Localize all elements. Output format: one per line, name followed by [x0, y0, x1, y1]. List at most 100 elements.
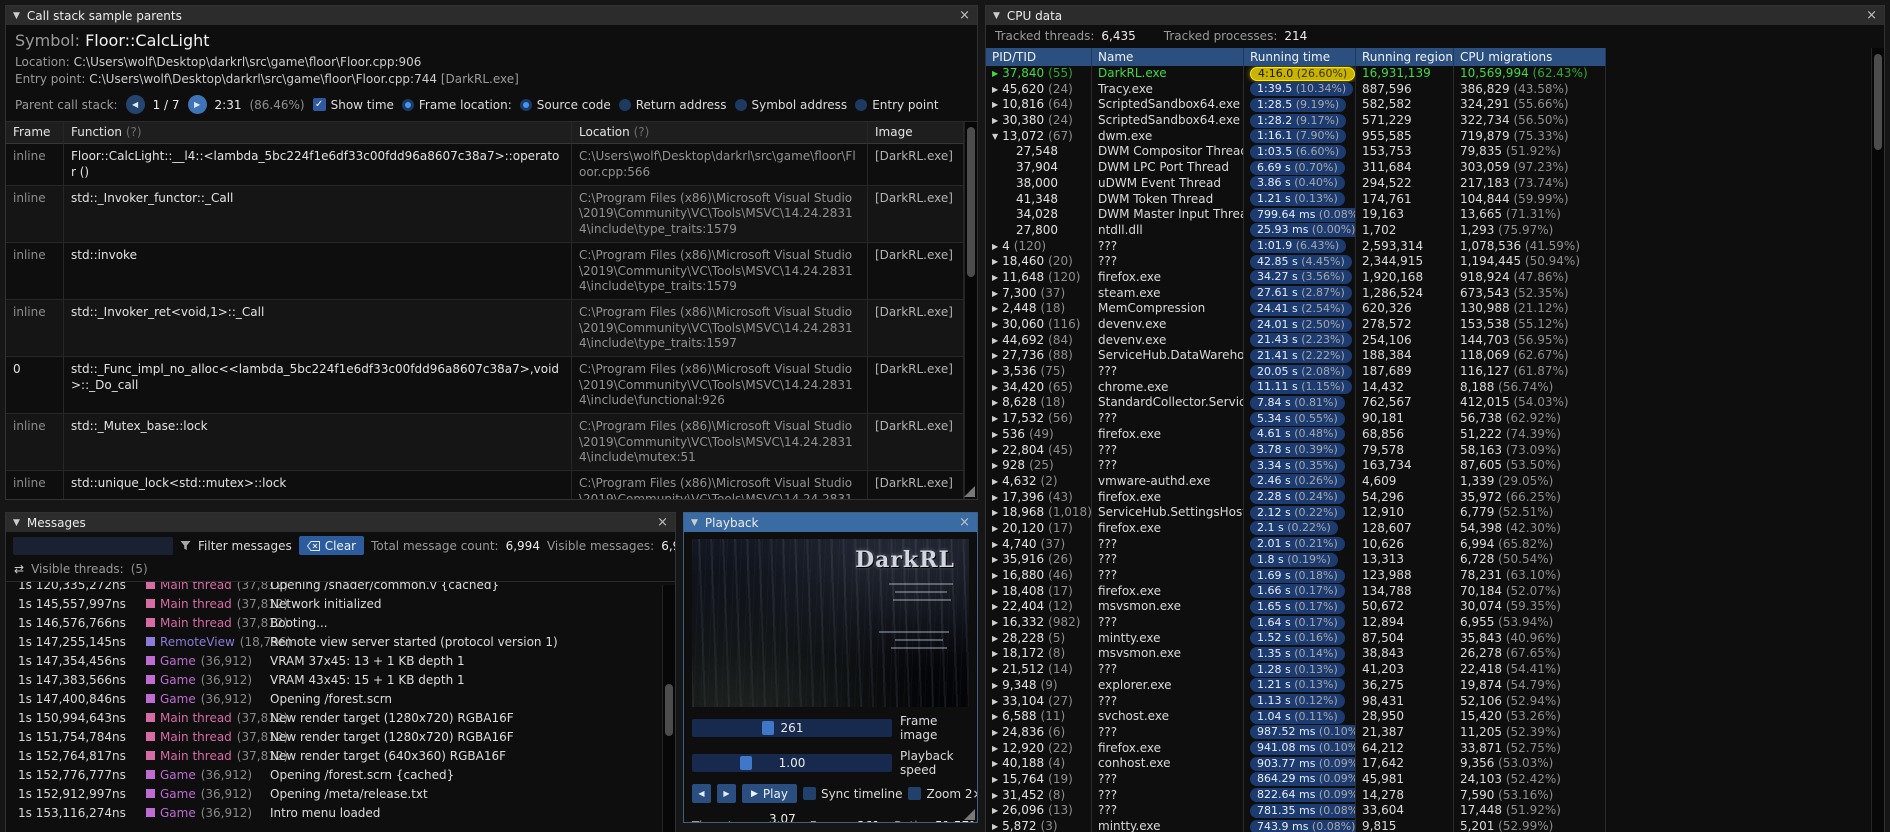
cpu-row[interactable]: ▶ 8,628(18) StandardCollector.Service.exe 7…: [986, 395, 1884, 412]
chevron-right-icon[interactable]: ▶: [992, 803, 998, 819]
cpu-row[interactable]: ▶31,452(8)???822.64 ms (0.09%)14,2787,59…: [986, 787, 1884, 804]
message-row[interactable]: 1s 152,776,777ns Game (36,912) Opening /for…: [9, 765, 675, 784]
chevron-right-icon[interactable]: ▶: [992, 521, 998, 537]
chevron-right-icon[interactable]: ▶: [992, 568, 998, 584]
message-row[interactable]: 1s 146,576,766ns Main thread (37,812) Booti…: [9, 613, 675, 632]
cpu-row[interactable]: ▶ 17,396 (43) firefox.exe 2.28 s (0.24%) 54,2…: [986, 489, 1884, 506]
callstack-row[interactable]: inline std::unique_lock<std::mutex>::lock…: [6, 471, 964, 499]
chevron-right-icon[interactable]: ▶: [992, 364, 998, 380]
cpu-row[interactable]: ▶ 30,060 (116) devenv.exe 24.01 s (2.50%) 278…: [986, 317, 1884, 333]
chevron-right-icon[interactable]: ▶: [992, 254, 998, 270]
frame-location-radio[interactable]: Return address: [618, 98, 727, 112]
chevron-right-icon[interactable]: ▶: [992, 694, 998, 710]
cpu-row[interactable]: 27,800 ntdll.dll 25.93 ms (0.00%) 1,702 1,29…: [986, 222, 1884, 239]
chevron-right-icon[interactable]: ▶: [992, 66, 998, 82]
callstack-row[interactable]: inline Floor::CalcLight::__l4::<lambda_5b…: [6, 144, 964, 187]
message-row[interactable]: 1s 147,354,456ns Game (36,912) VRAM 37x45: …: [9, 651, 675, 670]
cpu-row[interactable]: 38,000 uDWM Event Thread 3.86 s (0.40%) 294…: [986, 175, 1884, 192]
cpu-row[interactable]: ▶ 18,408 (17) firefox.exe 1.66 s (0.17%) 134,…: [986, 583, 1884, 600]
cpu-row[interactable]: ▶ 928 (25)??? 3.34 s (0.35%) 163,734 87,605 (…: [986, 458, 1884, 474]
cpu-row[interactable]: ▶ 9,348 (9) explorer.exe 1.21 s (0.13%) 36,27…: [986, 677, 1884, 694]
show-time-checkbox[interactable]: ✓ Show time: [312, 98, 394, 112]
cpu-row[interactable]: ▼ 13,072 (67) dwm.exe 1:16.1 (7.90%) 955,585 7…: [986, 128, 1884, 145]
chevron-right-icon[interactable]: ▶: [992, 788, 998, 804]
cpu-row[interactable]: ▶ 34,420 (65) chrome.exe 11.11 s (1.15%) 14,4…: [986, 379, 1884, 396]
cpu-row[interactable]: 34,028 DWM Master Input Thread 799.64 ms (…: [986, 207, 1884, 223]
chevron-right-icon[interactable]: ▶: [992, 380, 998, 396]
cpu-row[interactable]: ▶ 20,120 (17) firefox.exe 2.1 s (0.22%) 128,6…: [986, 520, 1884, 537]
callstack-scrollbar[interactable]: [964, 122, 977, 499]
chevron-right-icon[interactable]: ▶: [992, 725, 998, 741]
collapse-icon[interactable]: ▼: [13, 11, 20, 21]
messages-titlebar[interactable]: ▼ Messages ×: [6, 513, 675, 532]
column-header-running-regions[interactable]: Running regions: [1356, 48, 1454, 66]
frame-location-radio[interactable]: Source code: [519, 98, 611, 112]
cpu-row[interactable]: ▶ 30,380 (24) ScriptedSandbox64.exe 1:28.2 (…: [986, 113, 1884, 129]
chevron-right-icon[interactable]: ▶: [992, 615, 998, 631]
chevron-right-icon[interactable]: ▶: [992, 505, 998, 521]
message-row[interactable]: 1s 152,764,817ns Main thread (37,812) New r…: [9, 746, 675, 765]
chevron-right-icon[interactable]: ▶: [992, 82, 998, 98]
callstack-titlebar[interactable]: ▼ Call stack sample parents ×: [6, 6, 977, 25]
sync-timeline-checkbox[interactable]: Sync timeline: [802, 787, 902, 801]
cpu-row[interactable]: ▶ 6,588 (11) svchost.exe 1.04 s (0.11%) 28,95…: [986, 709, 1884, 725]
cpu-row[interactable]: ▶ 21,512 (14)??? 1.28 s (0.13%) 41,203 22,418…: [986, 662, 1884, 678]
message-row[interactable]: 1s 147,383,566ns Game (36,912) VRAM 43x45: …: [9, 670, 675, 689]
cpu-row[interactable]: ▶ 33,104 (27)??? 1.13 s (0.12%) 98,431 52,106…: [986, 693, 1884, 710]
filter-input[interactable]: [13, 536, 173, 555]
callstack-row[interactable]: inline std::_Invoker_ret<void,1>::_Call C:…: [6, 300, 964, 358]
callstack-row[interactable]: 0 std::_Func_impl_no_alloc<<lambda_5bc224…: [6, 357, 964, 415]
chevron-right-icon[interactable]: ▶: [992, 411, 998, 427]
chevron-right-icon[interactable]: ▶: [992, 458, 998, 474]
resize-grip[interactable]: [964, 486, 975, 497]
close-icon[interactable]: ×: [959, 516, 970, 529]
message-row[interactable]: 1s 151,754,784ns Main thread (37,812) New r…: [9, 727, 675, 746]
column-header-function[interactable]: Function (?): [64, 122, 572, 145]
frame-image-slider[interactable]: 261: [692, 719, 892, 737]
cpu-scrollbar[interactable]: [1871, 48, 1884, 832]
frame-location-radio[interactable]: Symbol address: [734, 98, 847, 112]
callstack-row[interactable]: inline std::_Invoker_functor::_Call C:\Pro…: [6, 186, 964, 244]
message-row[interactable]: 1s 120,335,272ns Main thread (37,812) Openi…: [9, 582, 675, 594]
chevron-right-icon[interactable]: ▶: [992, 301, 998, 317]
scrollbar-handle[interactable]: [665, 683, 673, 736]
chevron-right-icon[interactable]: ▶: [992, 662, 998, 678]
message-row[interactable]: 1s 150,994,643ns Main thread (37,812) New r…: [9, 708, 675, 727]
visible-threads-row[interactable]: ⇄ Visible threads: (5): [6, 559, 675, 582]
cpu-row[interactable]: ▶ 22,404 (12) msvsmon.exe 1.65 s (0.17%) 50,6…: [986, 599, 1884, 616]
close-icon[interactable]: ×: [1866, 9, 1877, 22]
cpu-row[interactable]: 41,348 DWM Token Thread 1.21 s (0.13%) 174,…: [986, 191, 1884, 208]
cpu-row[interactable]: ▶ 4,632 (2) vmware-authd.exe 2.46 s (0.26%) 4…: [986, 473, 1884, 490]
playback-speed-slider[interactable]: 1.00: [692, 754, 892, 772]
chevron-right-icon[interactable]: ▶: [992, 97, 998, 113]
cpu-row[interactable]: ▶ 27,736(88) ServiceHub.DataWarehouseHost.…: [986, 348, 1884, 365]
message-row[interactable]: 1s 152,912,997ns Game (36,912) Opening /met…: [9, 784, 675, 803]
cpu-row[interactable]: ▶ 3,536 (75)??? 20.05 s (2.08%) 187,689 116,1…: [986, 364, 1884, 380]
chevron-right-icon[interactable]: ▶: [992, 286, 998, 302]
chevron-right-icon[interactable]: ▶: [992, 333, 998, 349]
cpu-row[interactable]: ▶ 45,620 (24) Tracy.exe 1:39.5 (10.34%) 887,5…: [986, 81, 1884, 98]
scrollbar-handle[interactable]: [967, 127, 975, 277]
prev-frame-button[interactable]: ◀: [692, 784, 711, 803]
chevron-right-icon[interactable]: ▶: [992, 709, 998, 725]
message-row[interactable]: 1s 145,557,997ns Main thread (37,812) Netwo…: [9, 594, 675, 613]
cpu-row[interactable]: ▶ 2,448 (18) MemCompression 24.41 s (2.54%) 6…: [986, 301, 1884, 317]
chevron-right-icon[interactable]: ▶: [992, 756, 998, 772]
cpu-row[interactable]: ▶ 35,916 (26)??? 1.8 s (0.19%) 13,313 6,728 (…: [986, 552, 1884, 568]
playback-titlebar[interactable]: ▼ Playback ×: [684, 513, 977, 532]
cpu-row[interactable]: ▶ 10,816 (64) ScriptedSandbox64.exe 1:28.5 (…: [986, 97, 1884, 114]
next-callstack-button[interactable]: ▶: [187, 95, 207, 114]
callstack-row[interactable]: inline std::invoke C:\Program Files (x86)\…: [6, 243, 964, 301]
cpu-row[interactable]: ▶ 536 (49) firefox.exe 4.61 s (0.48%) 68,856 5…: [986, 426, 1884, 443]
column-header-name[interactable]: Name: [1092, 48, 1244, 66]
chevron-right-icon[interactable]: ▶: [992, 270, 998, 286]
messages-scrollbar[interactable]: [662, 585, 675, 832]
chevron-right-icon[interactable]: ▶: [992, 490, 998, 506]
chevron-right-icon[interactable]: ▶: [992, 239, 998, 255]
cpu-titlebar[interactable]: ▼ CPU data ×: [986, 6, 1884, 25]
close-icon[interactable]: ×: [959, 9, 970, 22]
cpu-row[interactable]: ▶ 18,460 (20)??? 42.85 s (4.45%) 2,344,915 1,…: [986, 254, 1884, 270]
close-icon[interactable]: ×: [657, 516, 668, 529]
slider-grab[interactable]: [740, 756, 752, 770]
cpu-row[interactable]: ▶ 28,228 (5) mintty.exe 1.52 s (0.16%) 87,504…: [986, 630, 1884, 647]
